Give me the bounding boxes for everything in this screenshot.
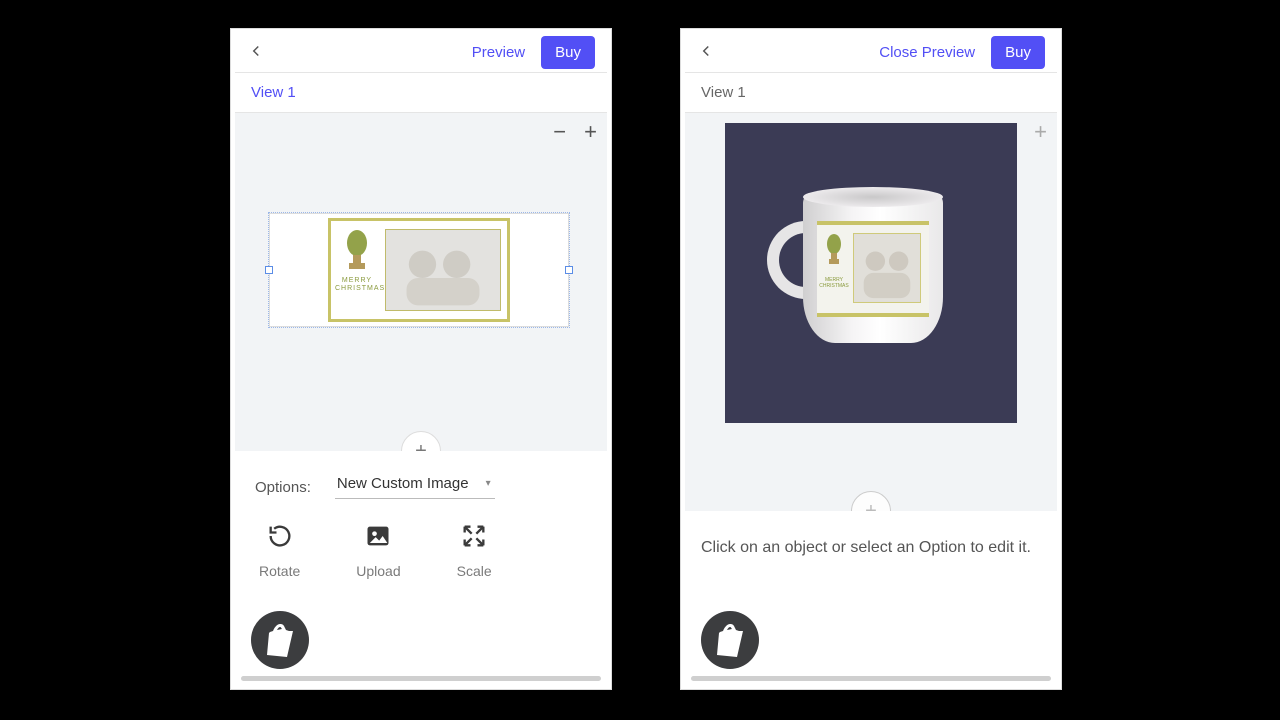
add-element-button[interactable]: + [401, 431, 441, 451]
preview-hint-text: Click on an object or select an Option t… [685, 511, 1057, 585]
preview-stage: MERRY CHRISTMAS [725, 123, 1017, 423]
tab-view-1[interactable]: View 1 [235, 73, 607, 113]
mug-rim [803, 187, 943, 207]
options-dropdown-value: New Custom Image [337, 475, 469, 492]
card-greeting-text: MERRY CHRISTMAS [335, 277, 379, 292]
upload-tool[interactable]: Upload [356, 521, 400, 579]
zoom-in-button[interactable]: + [584, 119, 597, 145]
mug-design-wrap: MERRY CHRISTMAS [817, 221, 929, 317]
photo-placeholder[interactable] [385, 229, 501, 311]
scale-label: Scale [457, 563, 492, 579]
add-element-button[interactable]: + [851, 491, 891, 511]
options-label: Options: [255, 479, 311, 496]
options-row: Options: New Custom Image ▾ [235, 451, 607, 507]
preview-link[interactable]: Preview [472, 44, 525, 61]
upload-label: Upload [356, 563, 400, 579]
design-canvas[interactable]: − + MERRY CHRISTMAS [235, 113, 607, 451]
resize-handle-right[interactable] [565, 266, 573, 274]
tab-view-1[interactable]: View 1 [685, 73, 1057, 113]
card-greeting-text: MERRY CHRISTMAS [819, 277, 849, 289]
buy-button[interactable]: Buy [541, 36, 595, 69]
rotate-icon [265, 521, 295, 551]
back-arrow-icon[interactable] [247, 42, 265, 64]
resize-handle-left[interactable] [265, 266, 273, 274]
scale-icon [459, 521, 489, 551]
design-template[interactable]: MERRY CHRISTMAS [328, 218, 510, 322]
preview-screen: Close Preview Buy View 1 − + MERRY CHRIS… [681, 29, 1061, 689]
tree-icon [823, 233, 845, 269]
photo-placeholder [853, 233, 921, 303]
design-surface[interactable]: MERRY CHRISTMAS [269, 213, 569, 327]
scale-tool[interactable]: Scale [457, 521, 492, 579]
chevron-down-icon: ▾ [486, 478, 491, 489]
bottom-scroll-indicator [691, 676, 1051, 681]
rotate-tool[interactable]: Rotate [259, 521, 300, 579]
topbar: Preview Buy [235, 33, 607, 73]
shopify-badge-icon[interactable] [701, 611, 759, 669]
editor-screen: Preview Buy View 1 − + MERRY CHRISTMAS [231, 29, 611, 689]
tree-icon [337, 229, 377, 271]
topbar: Close Preview Buy [685, 33, 1057, 73]
image-icon [363, 521, 393, 551]
close-preview-link[interactable]: Close Preview [879, 44, 975, 61]
tools-row: Rotate Upload Scale [235, 507, 607, 587]
preview-canvas[interactable]: − + MERRY CHRISTMAS [685, 113, 1057, 511]
bottom-scroll-indicator [241, 676, 601, 681]
zoom-controls: − + [553, 119, 597, 145]
buy-button[interactable]: Buy [991, 36, 1045, 69]
mug-3d-preview[interactable]: MERRY CHRISTMAS [803, 193, 953, 353]
rotate-label: Rotate [259, 563, 300, 579]
zoom-in-button[interactable]: + [1034, 119, 1047, 145]
options-dropdown[interactable]: New Custom Image ▾ [335, 475, 495, 499]
back-arrow-icon[interactable] [697, 42, 715, 64]
shopify-badge-icon[interactable] [251, 611, 309, 669]
zoom-out-button[interactable]: − [553, 119, 566, 145]
